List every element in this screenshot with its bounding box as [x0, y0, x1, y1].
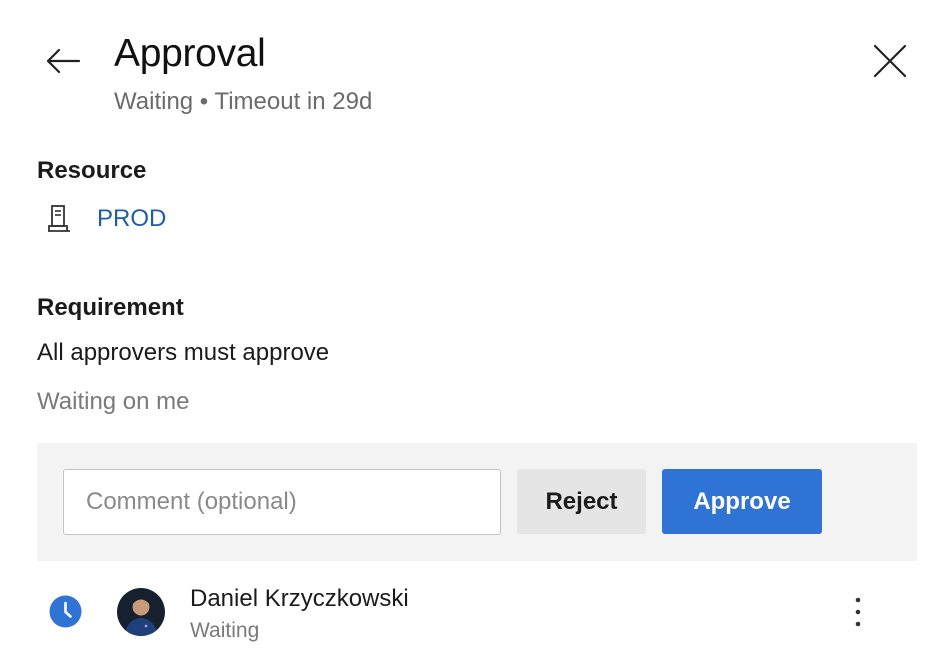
resource-heading: Resource — [37, 157, 147, 184]
server-environment-icon — [46, 204, 72, 234]
back-button[interactable] — [38, 36, 88, 86]
resource-link-prod[interactable]: PROD — [97, 203, 166, 235]
reject-button[interactable]: Reject — [517, 469, 646, 534]
approver-status: Waiting — [190, 619, 260, 642]
arrow-left-icon — [46, 48, 81, 74]
requirement-text: All approvers must approve — [37, 339, 330, 366]
requirement-heading: Requirement — [37, 294, 184, 321]
page-title: Approval — [114, 32, 266, 75]
approve-button[interactable]: Approve — [662, 469, 822, 534]
more-vertical-icon — [855, 597, 861, 627]
requirement-status: Waiting on me — [37, 388, 190, 415]
clock-icon — [49, 595, 82, 628]
approval-status-subtitle: Waiting • Timeout in 29d — [114, 88, 373, 115]
close-button[interactable] — [862, 36, 918, 86]
user-avatar — [117, 588, 165, 636]
close-icon — [873, 44, 907, 78]
comment-input[interactable] — [63, 469, 501, 535]
approver-name: Daniel Krzyczkowski — [190, 585, 409, 612]
approver-more-options-button[interactable] — [840, 590, 876, 634]
